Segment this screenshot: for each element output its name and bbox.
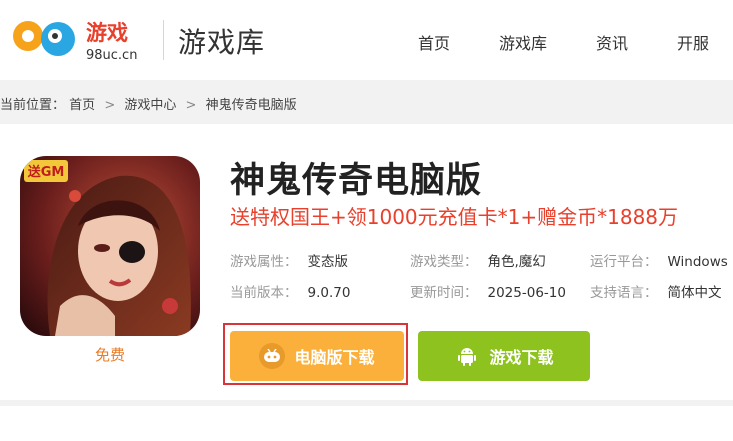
info-version-value: 9.0.70 [307,285,351,301]
info-attribute: 游戏属性： 变态版 [230,250,348,270]
game-download-button[interactable]: 游戏下载 [418,331,590,381]
info-updated: 更新时间： 2025-06-10 [410,281,566,301]
nav-server-open[interactable]: 开服 [677,30,709,54]
info-version: 当前版本： 9.0.70 [230,281,350,301]
section-title: 游戏库 [178,26,266,59]
breadcrumb-separator: > [104,98,116,113]
price-label: 免费 [94,346,125,364]
breadcrumb: 当前位置： 首页 > 游戏中心 > 神鬼传奇电脑版 [0,94,297,113]
main-nav: 首页 游戏库 资讯 开服 [418,30,709,54]
site-header: 游戏 98uc.cn 游戏库 首页 游戏库 资讯 开服 [0,0,733,80]
info-platform-value: Windows [667,254,728,270]
nav-game-library[interactable]: 游戏库 [499,30,547,54]
android-icon [454,343,480,369]
info-attribute-label: 游戏属性： [230,254,298,270]
info-platform: 运行平台： Windows [590,250,728,270]
nav-home[interactable]: 首页 [418,30,450,54]
info-updated-value: 2025-06-10 [487,285,566,301]
info-version-label: 当前版本： [230,285,298,301]
game-download-label: 游戏下载 [489,348,554,367]
pc-download-button[interactable]: 电脑版下载 [230,331,404,381]
next-section-strip [0,406,733,441]
info-language-value: 简体中文 [667,285,722,301]
info-platform-label: 运行平台： [590,254,658,270]
info-type-label: 游戏类型： [410,254,478,270]
nav-news[interactable]: 资讯 [596,30,628,54]
game-promo: 送特权国王+领1000元充值卡*1+赠金币*1888万 [230,205,679,229]
logo-text: 游戏 [86,21,128,45]
info-attribute-value: 变态版 [307,254,349,270]
info-type-value: 角色,魔幻 [487,254,546,270]
gamepad-icon [259,343,286,369]
breadcrumb-home[interactable]: 首页 [69,98,95,113]
breadcrumb-current: 神鬼传奇电脑版 [205,98,297,113]
breadcrumb-prefix: 当前位置： [0,98,66,113]
game-cover-image: 送GM [20,156,200,336]
logo-divider [163,20,164,60]
breadcrumb-separator: > [185,98,197,113]
logo-domain: 98uc.cn [86,48,137,63]
breadcrumb-game-center[interactable]: 游戏中心 [124,98,176,113]
cover-badge: 送GM [27,164,65,180]
info-language-label: 支持语言： [590,285,658,301]
site-logo[interactable]: 游戏 98uc.cn [10,12,150,68]
info-language: 支持语言： 简体中文 [590,281,722,301]
pc-download-label: 电脑版下载 [294,348,375,367]
info-updated-label: 更新时间： [410,285,478,301]
info-type: 游戏类型： 角色,魔幻 [410,250,546,270]
game-detail-card: 送GM 免费 神鬼传奇电脑版 送特权国王+领1000元充值卡*1+赠金币*188… [0,124,733,400]
game-title: 神鬼传奇电脑版 [230,161,483,201]
